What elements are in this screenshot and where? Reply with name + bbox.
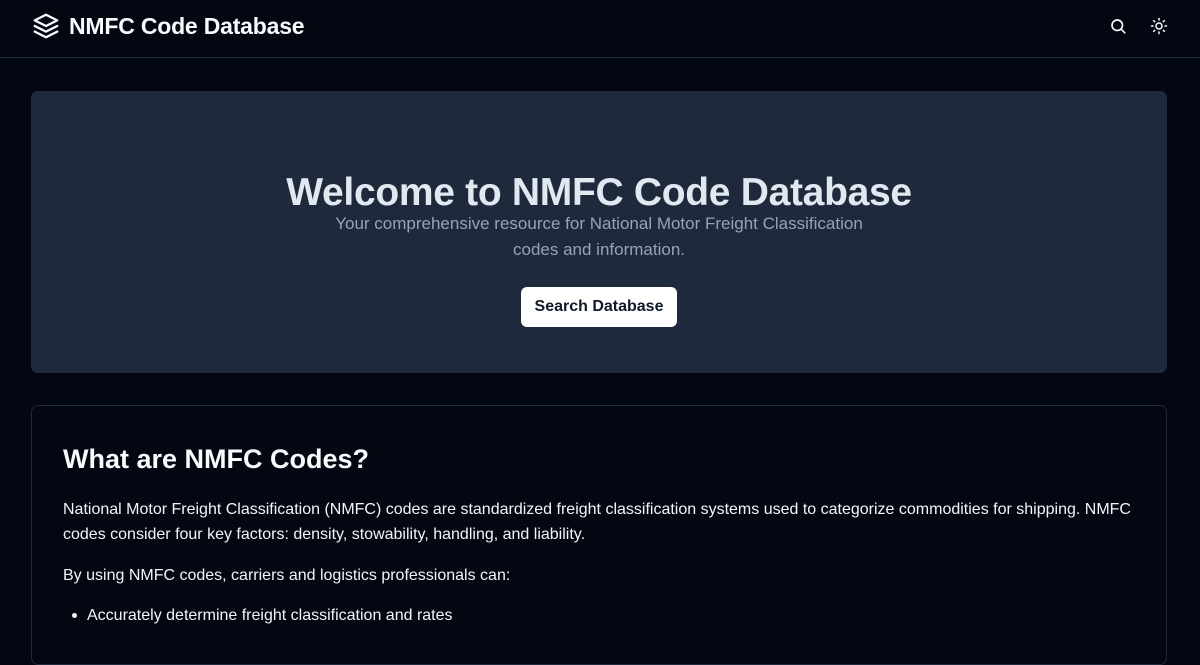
site-title: NMFC Code Database xyxy=(69,13,305,39)
layers-icon xyxy=(33,13,59,39)
list-item: Accurately determine freight classificat… xyxy=(63,603,453,628)
sun-icon xyxy=(1150,17,1168,35)
info-paragraph-benefits: By using NMFC codes, carriers and logist… xyxy=(63,567,511,584)
info-paragraph: National Motor Freight Classification (N… xyxy=(63,501,1131,543)
search-icon xyxy=(1111,19,1126,34)
hero-title: Welcome to NMFC Code Database xyxy=(286,171,912,215)
info-heading: What are NMFC Codes? xyxy=(63,444,370,474)
search-database-button[interactable]: Search Database xyxy=(521,287,677,327)
brand-link[interactable]: NMFC Code Database xyxy=(31,11,305,41)
theme-toggle-button[interactable] xyxy=(1141,11,1177,41)
list-item-text: Accurately determine freight classificat… xyxy=(87,607,453,624)
search-button[interactable] xyxy=(1100,11,1136,41)
benefits-list: Accurately determine freight classificat… xyxy=(63,603,453,628)
top-navbar: NMFC Code Database xyxy=(0,0,1200,58)
hero-subtitle: Your comprehensive resource for National… xyxy=(335,214,863,259)
bullet-icon xyxy=(72,613,77,618)
